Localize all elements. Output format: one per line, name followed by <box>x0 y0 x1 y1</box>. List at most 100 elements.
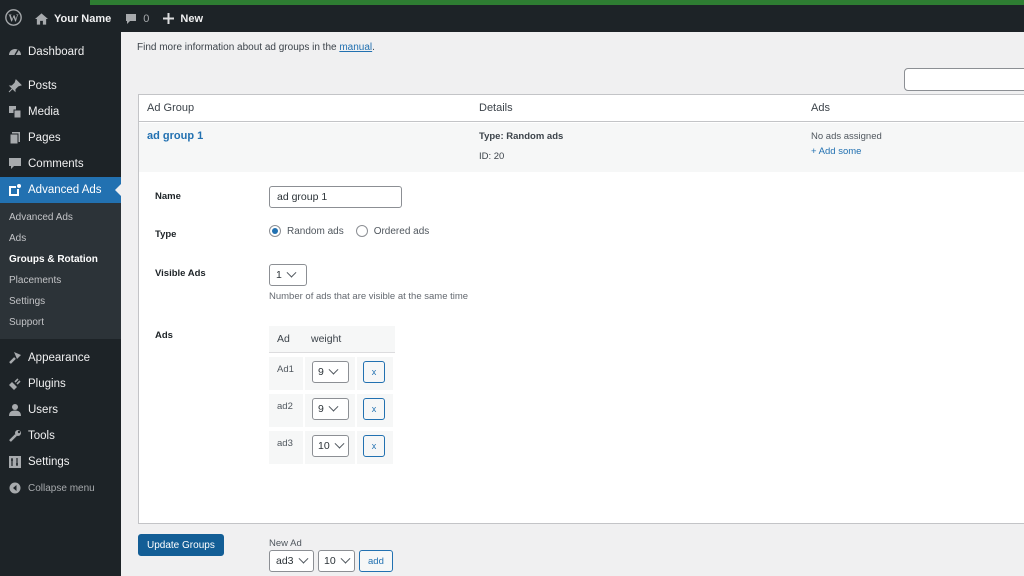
header-ads: Ads <box>811 102 830 114</box>
menu-posts[interactable]: Posts <box>0 73 121 99</box>
dashboard-icon <box>7 45 22 60</box>
ads-label: Ads <box>155 330 173 341</box>
collapse-menu-button[interactable]: Collapse menu <box>0 475 121 501</box>
menu-label: Dashboard <box>28 46 85 58</box>
weight-value: 10 <box>318 440 330 452</box>
menu-label: Settings <box>28 456 70 468</box>
ad-row: ad3 10 x <box>269 431 395 468</box>
wordpress-logo-icon: W <box>5 8 22 29</box>
menu-plugins[interactable]: Plugins <box>0 371 121 397</box>
random-ads-radio[interactable] <box>269 225 281 237</box>
chevron-down-icon <box>340 553 351 564</box>
new-ad-select[interactable]: ad3 <box>269 550 314 572</box>
ad-name: ad3 <box>269 431 303 464</box>
menu-appearance[interactable]: Appearance <box>0 345 121 371</box>
menu-label: Comments <box>28 158 84 170</box>
ads-status: No ads assigned <box>811 131 882 142</box>
brush-icon <box>7 351 22 366</box>
groups-table: Ad Group Details Ads ad group 1 Type: Ra… <box>138 94 1024 572</box>
advanced-ads-submenu: Advanced Ads Ads Groups & Rotation Place… <box>0 203 121 339</box>
name-label: Name <box>155 191 181 202</box>
new-ad-row: ad3 10 add <box>269 550 393 572</box>
wordpress-logo-button[interactable]: W <box>0 5 28 32</box>
menu-pages[interactable]: Pages <box>0 125 121 151</box>
remove-ad-button[interactable]: x <box>363 398 385 420</box>
visible-ads-value: 1 <box>276 269 282 281</box>
type-radio-group: Random ads Ordered ads <box>269 225 441 237</box>
ad-name: ad2 <box>269 394 303 427</box>
menu-settings[interactable]: Settings <box>0 449 121 475</box>
visible-ads-hint: Number of ads that are visible at the sa… <box>269 291 469 302</box>
admin-bar: W Your Name 0 New <box>0 5 1024 32</box>
type-label: Type <box>155 229 177 240</box>
ordered-ads-label[interactable]: Ordered ads <box>374 226 430 237</box>
group-name-link[interactable]: ad group 1 <box>147 130 203 142</box>
table-header: Ad Group Details Ads <box>139 95 1024 122</box>
submenu-ads[interactable]: Ads <box>0 228 121 249</box>
menu-label: Media <box>28 106 60 118</box>
site-name-link[interactable]: Your Name <box>28 5 118 32</box>
menu-label: Plugins <box>28 378 66 390</box>
home-icon <box>35 12 48 25</box>
submenu-groups-rotation[interactable]: Groups & Rotation <box>0 249 121 270</box>
settings-icon <box>7 455 22 470</box>
group-id: ID: 20 <box>479 151 505 162</box>
new-content-link[interactable]: New <box>156 5 210 32</box>
menu-label: Advanced Ads <box>28 184 102 196</box>
comments-link[interactable]: 0 <box>118 5 156 32</box>
new-label: New <box>180 12 204 25</box>
menu-media[interactable]: Media <box>0 99 121 125</box>
search-input[interactable] <box>904 68 1024 91</box>
group-name-input[interactable] <box>269 186 402 208</box>
random-ads-label[interactable]: Random ads <box>287 226 344 237</box>
menu-label: Pages <box>28 132 61 144</box>
ad-row: ad2 9 x <box>269 394 395 431</box>
svg-text:W: W <box>8 13 19 24</box>
weight-select[interactable]: 10 <box>312 435 349 457</box>
manual-link[interactable]: manual <box>339 42 372 53</box>
admin-sidebar: Dashboard Posts Media Pages Comments Adv… <box>0 32 121 576</box>
ordered-ads-radio[interactable] <box>355 225 368 237</box>
new-ad-weight-value: 10 <box>324 555 336 567</box>
advanced-ads-icon <box>7 183 22 198</box>
menu-users[interactable]: Users <box>0 397 121 423</box>
remove-cell: x <box>357 431 393 464</box>
comment-icon <box>125 13 137 25</box>
media-icon <box>7 105 22 120</box>
ad-name: Ad1 <box>269 357 303 390</box>
ad-row: Ad1 9 x <box>269 357 395 394</box>
collapse-icon <box>7 481 22 496</box>
chevron-down-icon <box>286 267 297 278</box>
remove-ad-button[interactable]: x <box>363 435 385 457</box>
weight-cell: 9 <box>305 394 355 427</box>
submenu-settings[interactable]: Settings <box>0 291 121 312</box>
comment-icon <box>7 157 22 172</box>
add-some-link[interactable]: + Add some <box>811 146 861 157</box>
chevron-down-icon <box>328 401 339 412</box>
add-ad-button[interactable]: add <box>359 550 393 572</box>
menu-comments[interactable]: Comments <box>0 151 121 177</box>
new-ad-weight-select[interactable]: 10 <box>318 550 355 572</box>
remove-ad-button[interactable]: x <box>363 361 385 383</box>
plus-icon <box>163 13 175 24</box>
submenu-placements[interactable]: Placements <box>0 270 121 291</box>
submenu-advanced-ads[interactable]: Advanced Ads <box>0 207 121 228</box>
update-groups-button[interactable]: Update Groups <box>138 534 224 556</box>
menu-dashboard[interactable]: Dashboard <box>0 39 121 65</box>
chevron-down-icon <box>334 438 345 449</box>
menu-label: Posts <box>28 80 57 92</box>
collapse-label: Collapse menu <box>28 482 95 494</box>
menu-advanced-ads[interactable]: Advanced Ads <box>0 177 121 203</box>
weight-select[interactable]: 9 <box>312 361 349 383</box>
main-content: Find more information about ad groups in… <box>121 32 1024 576</box>
visible-ads-select[interactable]: 1 <box>269 264 307 286</box>
header-details: Details <box>479 102 513 114</box>
weight-select[interactable]: 9 <box>312 398 349 420</box>
new-ad-label: New Ad <box>269 538 302 549</box>
menu-tools[interactable]: Tools <box>0 423 121 449</box>
ads-table-header: Ad weight <box>269 326 395 353</box>
submenu-support[interactable]: Support <box>0 312 121 333</box>
menu-label: Appearance <box>28 352 91 364</box>
header-ad-group: Ad Group <box>147 102 195 114</box>
new-ad-value: ad3 <box>276 555 294 567</box>
